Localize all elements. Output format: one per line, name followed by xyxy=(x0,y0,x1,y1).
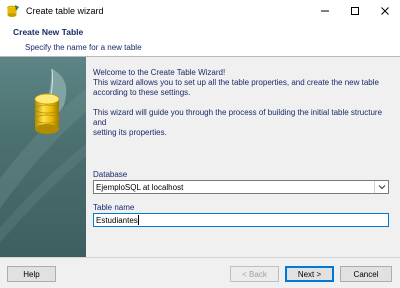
database-label: Database xyxy=(93,170,128,179)
next-button[interactable]: Next > xyxy=(285,266,334,282)
welcome-line: This wizard will guide you through the p… xyxy=(93,108,383,127)
welcome-line: Welcome to the Create Table Wizard! xyxy=(93,68,226,77)
text-caret xyxy=(137,215,139,225)
wizard-content: Welcome to the Create Table Wizard! This… xyxy=(86,57,400,257)
table-name-input[interactable]: Estudiantes xyxy=(93,213,389,227)
back-button[interactable]: < Back xyxy=(230,266,279,282)
database-select[interactable]: EjemploSQL at localhost xyxy=(93,180,389,194)
wizard-header: Create New Table Specify the name for a … xyxy=(0,22,400,57)
maximize-icon xyxy=(351,7,359,15)
minimize-button[interactable] xyxy=(310,0,340,22)
maximize-button[interactable] xyxy=(340,0,370,22)
welcome-line: This wizard allows you to set up all the… xyxy=(93,78,379,87)
title-bar: Create table wizard xyxy=(0,0,400,22)
chevron-down-icon[interactable] xyxy=(374,181,388,193)
welcome-line: setting its properties. xyxy=(93,128,167,137)
app-icon xyxy=(7,5,19,17)
minimize-icon xyxy=(321,10,329,12)
page-title: Create New Table xyxy=(13,27,84,37)
wizard-banner xyxy=(0,57,86,257)
window-title: Create table wizard xyxy=(26,6,104,16)
window-controls xyxy=(310,0,400,22)
close-button[interactable] xyxy=(370,0,400,22)
footer-divider xyxy=(0,257,400,258)
cancel-button[interactable]: Cancel xyxy=(340,266,392,282)
database-cylinder-icon xyxy=(0,68,86,243)
table-name-value: Estudiantes xyxy=(96,215,138,225)
page-subtitle: Specify the name for a new table xyxy=(25,43,142,52)
table-name-label: Table name xyxy=(93,203,135,212)
close-icon xyxy=(381,7,389,15)
help-button[interactable]: Help xyxy=(7,266,56,282)
welcome-line: according to these settings. xyxy=(93,88,191,97)
welcome-text: Welcome to the Create Table Wizard! This… xyxy=(93,68,393,138)
database-select-value: EjemploSQL at localhost xyxy=(96,182,184,192)
